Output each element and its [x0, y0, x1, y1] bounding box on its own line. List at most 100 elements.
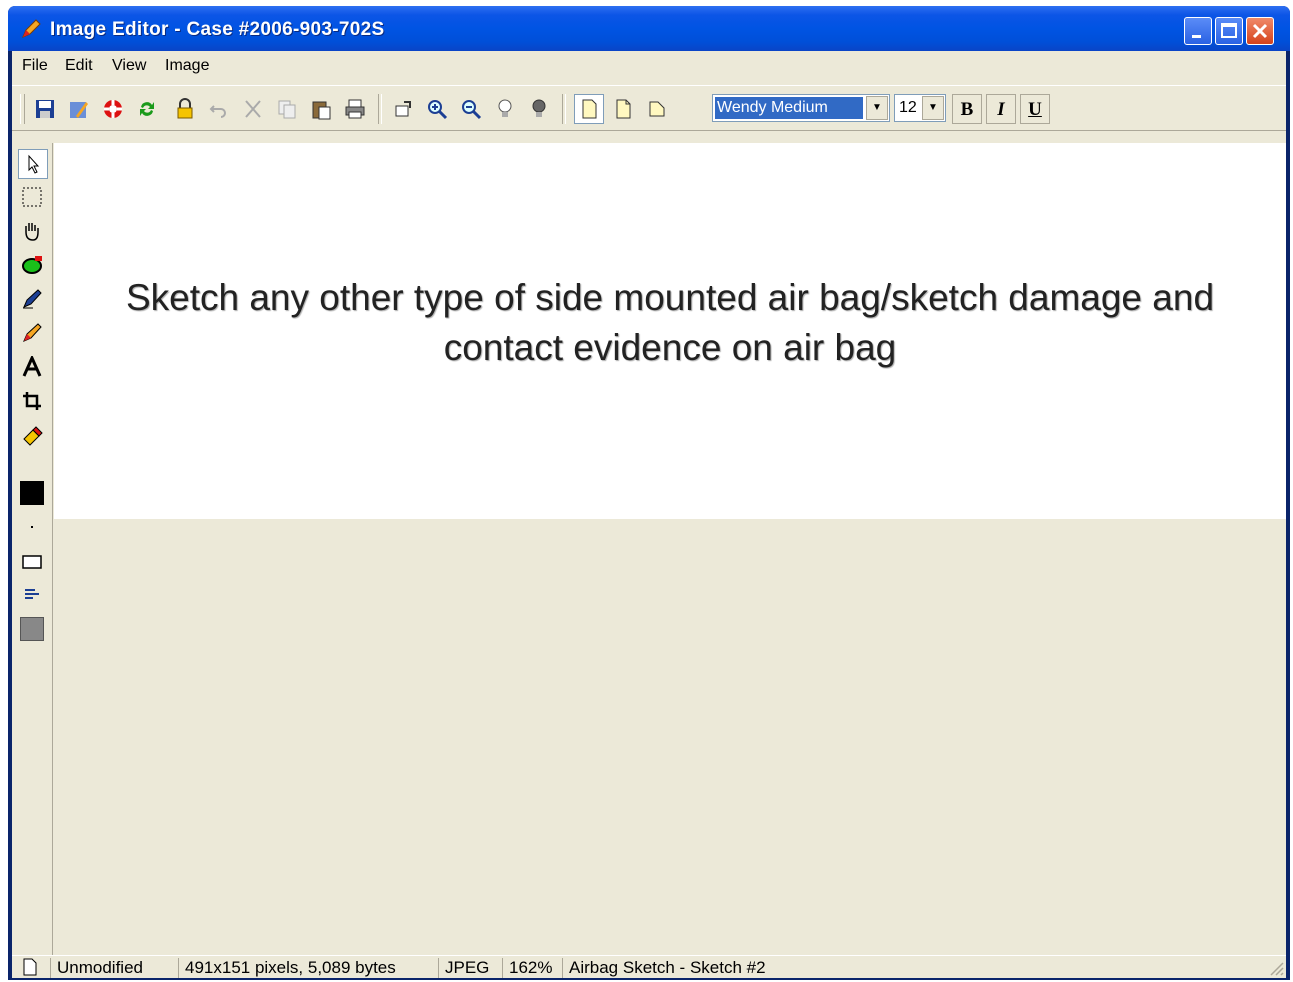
lightbulb-icon	[498, 99, 512, 117]
fit-to-window-button[interactable]	[388, 94, 418, 124]
font-size-select[interactable]: 12 ▼	[894, 94, 946, 122]
undo-button[interactable]	[204, 94, 234, 124]
lightbulb-dark-icon	[532, 99, 546, 117]
font-family-select[interactable]: Wendy Medium ▼	[712, 94, 890, 122]
menu-view[interactable]: View	[112, 57, 146, 75]
fill-color-swatch[interactable]	[18, 615, 46, 643]
crop-tool[interactable]	[18, 387, 46, 415]
marquee-icon	[22, 187, 42, 207]
marquee-tool[interactable]	[18, 183, 46, 211]
print-button[interactable]	[340, 94, 370, 124]
ellipse-icon	[22, 256, 42, 274]
eraser-icon	[23, 426, 43, 446]
font-family-value: Wendy Medium	[715, 97, 863, 119]
refresh-button[interactable]	[132, 94, 162, 124]
minimize-button[interactable]	[1184, 17, 1212, 45]
pencil-tool[interactable]	[18, 319, 46, 347]
rectangle-outline-option[interactable]	[18, 547, 46, 575]
canvas-area[interactable]: Sketch any other type of side mounted ai…	[54, 143, 1286, 955]
sketch-text-line1: Sketch any other type of side mounted ai…	[125, 277, 1215, 318]
sketch-text-line2: contact evidence on air bag	[443, 327, 897, 368]
menu-bar: File Edit View Image	[12, 51, 1286, 81]
import-button[interactable]	[64, 94, 94, 124]
sketch-image[interactable]: Sketch any other type of side mounted ai…	[54, 143, 1286, 519]
chevron-down-icon[interactable]: ▼	[866, 96, 888, 120]
page-landscape-icon	[649, 101, 665, 117]
lock-icon	[177, 98, 193, 119]
underline-button[interactable]: U	[1020, 94, 1050, 124]
page-landscape-button[interactable]	[642, 94, 672, 124]
font-size-value: 12	[899, 99, 917, 116]
zoom-in-icon	[428, 100, 448, 120]
copy-button[interactable]	[272, 94, 302, 124]
text-align-option[interactable]	[18, 581, 46, 609]
document-icon	[23, 958, 37, 976]
help-button[interactable]	[98, 94, 128, 124]
status-dimensions: 491x151 pixels, 5,089 bytes	[178, 958, 438, 978]
foreground-color-swatch[interactable]	[18, 479, 46, 507]
zoom-out-icon	[462, 100, 482, 120]
paste-button[interactable]	[306, 94, 336, 124]
pan-tool[interactable]	[18, 217, 46, 245]
cut-button[interactable]	[238, 94, 268, 124]
maximize-button[interactable]	[1215, 17, 1243, 45]
page-fold-icon	[616, 99, 631, 119]
zoom-out-button[interactable]	[456, 94, 486, 124]
brightness-up-button[interactable]	[490, 94, 520, 124]
close-button[interactable]	[1246, 17, 1274, 45]
sketch-instruction-text: Sketch any other type of side mounted ai…	[54, 273, 1286, 373]
printer-icon	[345, 99, 365, 119]
copy-icon	[278, 100, 296, 119]
toolbar-separator	[378, 94, 382, 124]
page-portrait-button[interactable]	[574, 94, 604, 124]
align-left-icon	[25, 589, 39, 599]
hand-icon	[25, 223, 39, 241]
resize-grip-icon[interactable]	[1268, 960, 1284, 976]
eraser-tool[interactable]	[18, 421, 46, 449]
toolbar-grip[interactable]	[20, 94, 25, 124]
page-fold-button[interactable]	[608, 94, 638, 124]
menu-file[interactable]: File	[22, 57, 48, 75]
ellipse-tool[interactable]	[18, 251, 46, 279]
zoom-in-button[interactable]	[422, 94, 452, 124]
maximize-icon	[1221, 23, 1237, 38]
save-button[interactable]	[30, 94, 60, 124]
chevron-down-icon[interactable]: ▼	[922, 96, 944, 120]
paste-icon	[312, 101, 331, 120]
arrow-pointer-icon	[28, 154, 40, 174]
page-icon	[582, 99, 597, 119]
document-status-icon-cell	[16, 958, 50, 978]
italic-button[interactable]: I	[986, 94, 1016, 124]
fit-icon	[395, 101, 411, 117]
menu-edit[interactable]: Edit	[65, 57, 93, 75]
status-bar: Unmodified 491x151 pixels, 5,089 bytes J…	[12, 955, 1286, 978]
cut-icon	[245, 100, 261, 118]
title-bar[interactable]: Image Editor - Case #2006-903-702S	[8, 6, 1290, 51]
status-modified: Unmodified	[50, 958, 174, 978]
color-swatch-gray	[20, 617, 44, 641]
toolbar-separator	[562, 94, 566, 124]
lock-button[interactable]	[170, 94, 200, 124]
crop-icon	[23, 392, 41, 410]
pencil-icon	[23, 323, 42, 342]
select-arrow-tool[interactable]	[18, 149, 48, 179]
brush-size-dot[interactable]	[18, 513, 46, 541]
bold-button[interactable]: B	[952, 94, 982, 124]
text-a-icon	[22, 356, 42, 377]
dot-icon	[31, 526, 33, 528]
undo-icon	[209, 105, 226, 118]
menu-image[interactable]: Image	[165, 57, 209, 75]
refresh-icon	[140, 102, 154, 116]
minimize-icon	[1192, 35, 1201, 38]
pen-tool[interactable]	[18, 285, 46, 313]
window-title: Image Editor - Case #2006-903-702S	[50, 19, 385, 40]
lifebuoy-icon	[104, 100, 122, 118]
app-window: Image Editor - Case #2006-903-702S File …	[8, 6, 1290, 980]
rectangle-outline-icon	[22, 555, 42, 569]
pencil-app-icon	[22, 19, 41, 38]
text-tool[interactable]	[18, 353, 46, 381]
save-icon	[36, 100, 54, 118]
brightness-down-button[interactable]	[524, 94, 554, 124]
status-sketch-name: Airbag Sketch - Sketch #2	[562, 958, 862, 978]
close-icon	[1252, 23, 1268, 39]
